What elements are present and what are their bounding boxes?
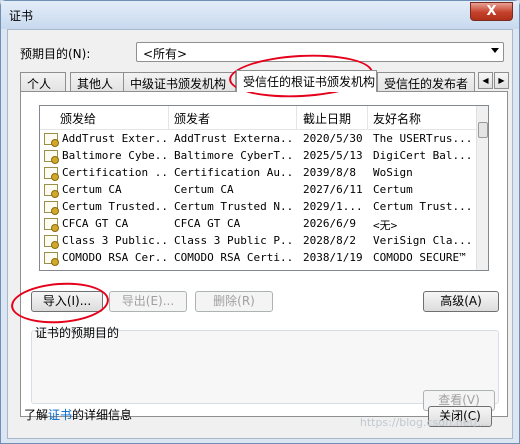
table-row[interactable]: Baltimore Cybe... Baltimore CyberT... 2025… — [40, 148, 478, 165]
list-scrollbar[interactable] — [476, 106, 488, 270]
cell-issued-to: CFCA GT CA — [62, 217, 129, 230]
table-row[interactable]: AddTrust Exter... AddTrust Externa... 2020… — [40, 131, 478, 148]
certificate-icon — [44, 133, 59, 147]
title-bar: 证书 X — [1, 1, 519, 29]
column-divider — [367, 106, 368, 130]
cell-issued-to: Certum Trusted... — [62, 200, 166, 213]
cell-issued-by: CFCA GT CA — [174, 217, 241, 230]
certificate-list[interactable]: 颁发给 颁发者 截止日期 友好名称 AddTrust Exter... AddTr… — [39, 105, 489, 271]
window-title: 证书 — [9, 9, 34, 23]
cell-issued-by: Certum Trusted N... — [174, 200, 294, 213]
column-friendly-name[interactable]: 友好名称 — [373, 110, 421, 127]
cell-expiration: 2026/6/9 — [303, 217, 356, 230]
purpose-label: 预期目的(N): — [20, 47, 91, 61]
cell-issued-to: COMODO RSA Cer... — [62, 251, 166, 264]
chevron-down-icon — [491, 48, 499, 53]
tab-trusted-publishers[interactable]: 受信任的发布者 — [377, 72, 475, 91]
cell-expiration: 2029/1... — [303, 200, 363, 213]
certificate-dialog: 证书 X 预期目的(N): <所有> 个人 其他人 中级证书颁发机构 受信任的根… — [0, 0, 520, 444]
table-row[interactable]: COMODO RSA Cer... COMODO RSA Certi... 2038… — [40, 250, 478, 267]
cell-friendly-name: VeriSign Cla... — [373, 234, 473, 247]
certificate-rows: AddTrust Exter... AddTrust Externa... 2020… — [40, 131, 478, 267]
cell-friendly-name: The USERTrus... — [373, 132, 473, 145]
export-button[interactable]: 导出(E)... — [109, 291, 187, 312]
cell-issued-to: Certification ... — [62, 166, 166, 179]
certificates-link[interactable]: 证书 — [48, 408, 72, 422]
table-row[interactable]: Class 3 Public... Class 3 Public P... 2028… — [40, 233, 478, 250]
cell-issued-by: Certification Au... — [174, 166, 294, 179]
cell-friendly-name: COMODO SECURE™ — [373, 251, 466, 264]
tab-scroll-left-icon[interactable]: ◀ — [478, 72, 493, 89]
cell-issued-to: AddTrust Exter... — [62, 132, 166, 145]
purpose-value: <所有> — [143, 47, 188, 61]
cell-issued-to: Certum CA — [62, 183, 122, 196]
cell-friendly-name: WoSign — [373, 166, 413, 179]
remove-button[interactable]: 删除(R) — [195, 291, 273, 312]
column-divider — [168, 106, 169, 130]
cell-friendly-name: Certum Trust... — [373, 200, 473, 213]
learn-more-suffix: 的详细信息 — [72, 408, 133, 422]
close-window-button[interactable]: X — [470, 2, 513, 21]
cell-friendly-name: DigiCert Bal... — [373, 149, 473, 162]
watermark: https://blog.csdn.net/... — [359, 416, 488, 429]
list-header: 颁发给 颁发者 截止日期 友好名称 — [40, 106, 488, 130]
scrollbar-thumb[interactable] — [478, 122, 488, 138]
cell-friendly-name: Certum — [373, 183, 413, 196]
learn-more-text: 了解证书的详细信息 — [24, 406, 132, 423]
cell-issued-by: Certum CA — [174, 183, 234, 196]
tab-intermediate-ca[interactable]: 中级证书颁发机构 — [123, 72, 236, 91]
table-row[interactable]: Certum CA Certum CA 2027/6/11 Certum — [40, 182, 478, 199]
column-issued-to[interactable]: 颁发给 — [60, 110, 96, 127]
cell-expiration: 2039/8/8 — [303, 166, 356, 179]
table-row[interactable]: Certification ... Certification Au... 2039… — [40, 165, 478, 182]
advanced-button[interactable]: 高级(A) — [423, 291, 499, 312]
certificate-icon — [44, 201, 59, 215]
cell-issued-by: AddTrust Externa... — [174, 132, 294, 145]
tab-scroll-right-icon[interactable]: ▶ — [494, 72, 509, 89]
cell-issued-to: Class 3 Public... — [62, 234, 166, 247]
cell-issued-by: Class 3 Public P... — [174, 234, 294, 247]
cell-issued-by: COMODO RSA Certi... — [174, 251, 294, 264]
column-expiration[interactable]: 截止日期 — [303, 110, 351, 127]
table-row[interactable]: CFCA GT CA CFCA GT CA 2026/6/9 <无> — [40, 216, 478, 233]
certificate-icon — [44, 167, 59, 181]
certificate-icon — [44, 235, 59, 249]
tab-panel: 颁发给 颁发者 截止日期 友好名称 AddTrust Exter... AddTr… — [20, 91, 508, 417]
certificate-icon — [44, 184, 59, 198]
cell-issued-by: Baltimore CyberT... — [174, 149, 294, 162]
tab-others[interactable]: 其他人 — [70, 72, 124, 91]
certificate-icon — [44, 150, 59, 164]
certificate-icon — [44, 252, 59, 266]
tab-trusted-root-ca[interactable]: 受信任的根证书颁发机构 — [236, 70, 377, 92]
column-issued-by[interactable]: 颁发者 — [174, 110, 210, 127]
cell-friendly-name: <无> — [373, 219, 398, 232]
tab-strip: 个人 其他人 中级证书颁发机构 受信任的根证书颁发机构 受信任的发布者 ◀ ▶ — [20, 70, 509, 92]
cell-expiration: 2020/5/30 — [303, 132, 363, 145]
dialog-body: 预期目的(N): <所有> 个人 其他人 中级证书颁发机构 受信任的根证书颁发机… — [7, 29, 513, 439]
import-button[interactable]: 导入(I)... — [31, 291, 103, 312]
purpose-dropdown[interactable]: <所有> — [136, 42, 504, 62]
tab-personal[interactable]: 个人 — [20, 72, 66, 91]
cell-issued-to: Baltimore Cybe... — [62, 149, 166, 162]
learn-more-prefix: 了解 — [24, 408, 49, 422]
cell-expiration: 2028/8/2 — [303, 234, 356, 247]
cell-expiration: 2027/6/11 — [303, 183, 363, 196]
cell-expiration: 2038/1/19 — [303, 251, 363, 264]
table-row[interactable]: Certum Trusted... Certum Trusted N... 2029… — [40, 199, 478, 216]
certificate-icon — [44, 218, 59, 232]
column-divider — [296, 106, 297, 130]
cell-expiration: 2025/5/13 — [303, 149, 363, 162]
intended-purposes-label: 证书的预期目的 — [35, 326, 120, 340]
